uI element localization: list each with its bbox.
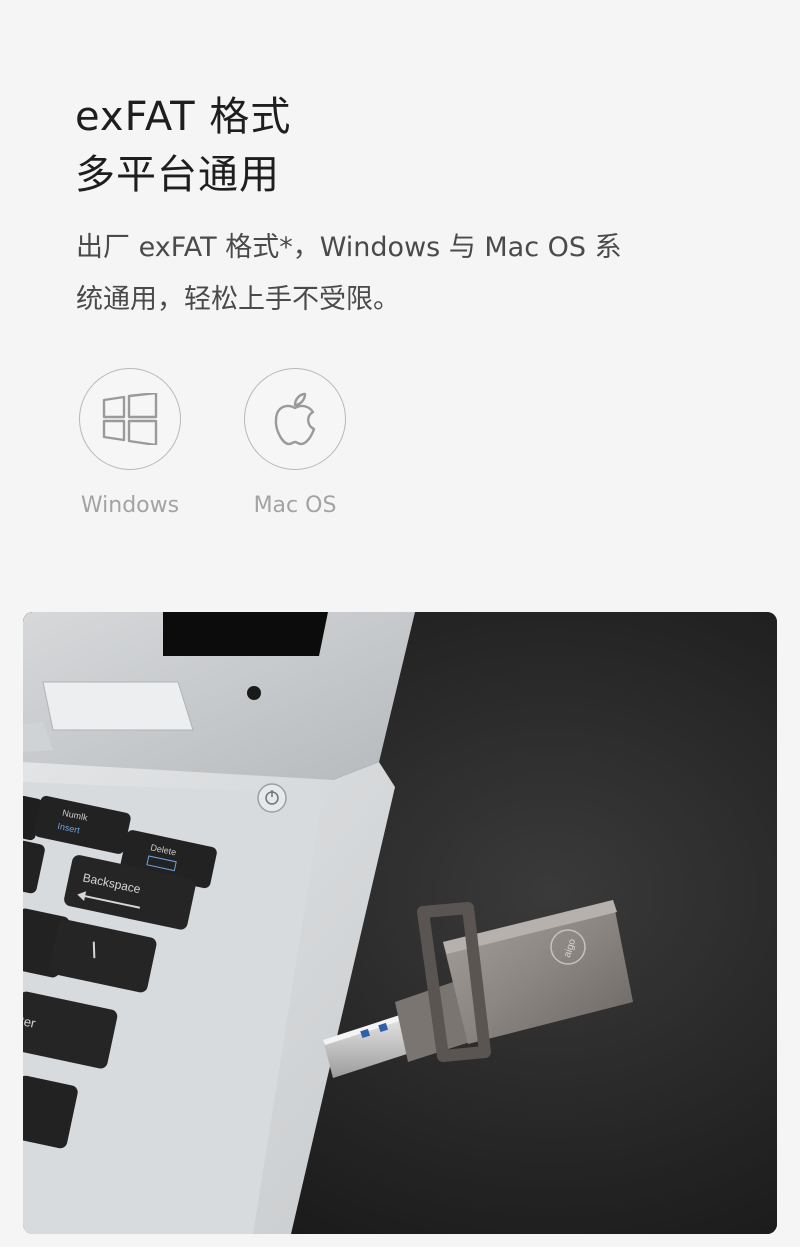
apple-icon-circle (244, 368, 346, 470)
macos-label: Mac OS (253, 493, 337, 518)
laptop-screen (163, 612, 328, 656)
webcam (247, 686, 261, 700)
power-button (257, 783, 287, 813)
headline-line-1: exFAT 格式 (75, 94, 292, 140)
description-line-1: 出厂 exFAT 格式*，Windows 与 Mac OS 系 (76, 232, 622, 263)
laptop-lid (23, 612, 415, 780)
bottom-divider (0, 1247, 800, 1254)
description: 出厂 exFAT 格式*，Windows 与 Mac OS 系 统通用，轻松上手… (76, 222, 756, 326)
description-line-2: 统通用，轻松上手不受限。 (76, 284, 400, 315)
os-macos: Mac OS (240, 368, 350, 518)
windows-icon (102, 393, 158, 445)
headline-line-2: 多平台通用 (75, 152, 280, 198)
laptop-usb-illustration: Numlk Insert Delete Backspace ter aigo (23, 612, 777, 1234)
os-windows: Windows (75, 368, 185, 518)
windows-icon-circle (79, 368, 181, 470)
product-photo: Numlk Insert Delete Backspace ter aigo (23, 612, 777, 1234)
apple-icon (274, 392, 316, 446)
headline: exFAT 格式 多平台通用 (75, 88, 291, 204)
windows-label: Windows (80, 493, 180, 518)
